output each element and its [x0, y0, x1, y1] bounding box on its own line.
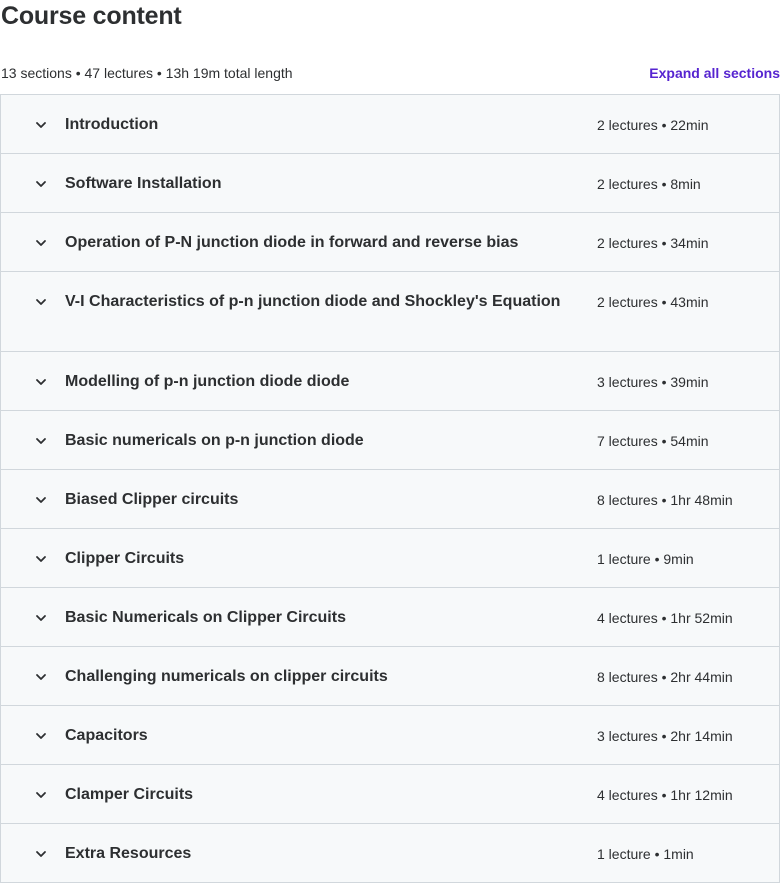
- section-list: Introduction 2 lectures • 22min Software…: [0, 94, 780, 883]
- expand-all-sections-button[interactable]: Expand all sections: [649, 65, 780, 81]
- section-meta: 2 lectures • 34min: [597, 235, 709, 251]
- chevron-down-icon: [31, 372, 51, 392]
- section-title: Modelling of p-n junction diode diode: [65, 373, 350, 390]
- chevron-down-icon: [31, 844, 51, 864]
- section-row[interactable]: Biased Clipper circuits 8 lectures • 1hr…: [1, 470, 779, 529]
- section-meta: 3 lectures • 2hr 14min: [597, 728, 733, 744]
- section-meta: 2 lectures • 22min: [597, 117, 709, 133]
- section-row[interactable]: Modelling of p-n junction diode diode 3 …: [1, 352, 779, 411]
- section-title: Basic Numericals on Clipper Circuits: [65, 609, 346, 626]
- chevron-down-icon: [31, 549, 51, 569]
- chevron-down-icon: [31, 115, 51, 135]
- section-title: Clipper Circuits: [65, 550, 185, 567]
- section-row[interactable]: Extra Resources 1 lecture • 1min: [1, 824, 779, 883]
- section-meta: 8 lectures • 2hr 44min: [597, 669, 733, 685]
- chevron-down-icon: [31, 490, 51, 510]
- section-meta: 1 lecture • 9min: [597, 551, 694, 567]
- section-row[interactable]: Capacitors 3 lectures • 2hr 14min: [1, 706, 779, 765]
- section-row[interactable]: Challenging numericals on clipper circui…: [1, 647, 779, 706]
- chevron-down-icon: [31, 667, 51, 687]
- section-meta: 4 lectures • 1hr 52min: [597, 610, 733, 626]
- section-title: V-I Characteristics of p-n junction diod…: [65, 293, 561, 310]
- section-row[interactable]: Basic Numericals on Clipper Circuits 4 l…: [1, 588, 779, 647]
- section-meta: 1 lecture • 1min: [597, 846, 694, 862]
- chevron-down-icon: [31, 431, 51, 451]
- page-title: Course content: [1, 2, 182, 30]
- section-title: Software Installation: [65, 175, 222, 192]
- section-title: Capacitors: [65, 727, 148, 744]
- section-meta: 2 lectures • 8min: [597, 176, 701, 192]
- section-title: Challenging numericals on clipper circui…: [65, 668, 388, 685]
- chevron-down-icon: [31, 233, 51, 253]
- section-meta: 3 lectures • 39min: [597, 374, 709, 390]
- section-row[interactable]: V-I Characteristics of p-n junction diod…: [1, 272, 779, 352]
- section-row[interactable]: Operation of P-N junction diode in forwa…: [1, 213, 779, 272]
- course-summary: 13 sections • 47 lectures • 13h 19m tota…: [1, 65, 293, 81]
- chevron-down-icon: [31, 785, 51, 805]
- section-title: Extra Resources: [65, 845, 192, 862]
- section-row[interactable]: Introduction 2 lectures • 22min: [1, 95, 779, 154]
- section-meta: 4 lectures • 1hr 12min: [597, 787, 733, 803]
- chevron-down-icon: [31, 174, 51, 194]
- section-row[interactable]: Clipper Circuits 1 lecture • 9min: [1, 529, 779, 588]
- course-summary-row: 13 sections • 47 lectures • 13h 19m tota…: [0, 62, 780, 84]
- section-title: Clamper Circuits: [65, 786, 194, 803]
- section-title: Introduction: [65, 116, 159, 133]
- section-meta: 2 lectures • 43min: [597, 294, 709, 310]
- section-title: Basic numericals on p-n junction diode: [65, 432, 364, 449]
- section-meta: 8 lectures • 1hr 48min: [597, 492, 733, 508]
- chevron-down-icon: [31, 292, 51, 312]
- course-content-panel: Course content 13 sections • 47 lectures…: [0, 0, 780, 884]
- section-row[interactable]: Basic numericals on p-n junction diode 7…: [1, 411, 779, 470]
- section-row[interactable]: Software Installation 2 lectures • 8min: [1, 154, 779, 213]
- section-meta: 7 lectures • 54min: [597, 433, 709, 449]
- section-row[interactable]: Clamper Circuits 4 lectures • 1hr 12min: [1, 765, 779, 824]
- section-title: Biased Clipper circuits: [65, 491, 239, 508]
- section-title: Operation of P-N junction diode in forwa…: [65, 234, 519, 251]
- chevron-down-icon: [31, 726, 51, 746]
- chevron-down-icon: [31, 608, 51, 628]
